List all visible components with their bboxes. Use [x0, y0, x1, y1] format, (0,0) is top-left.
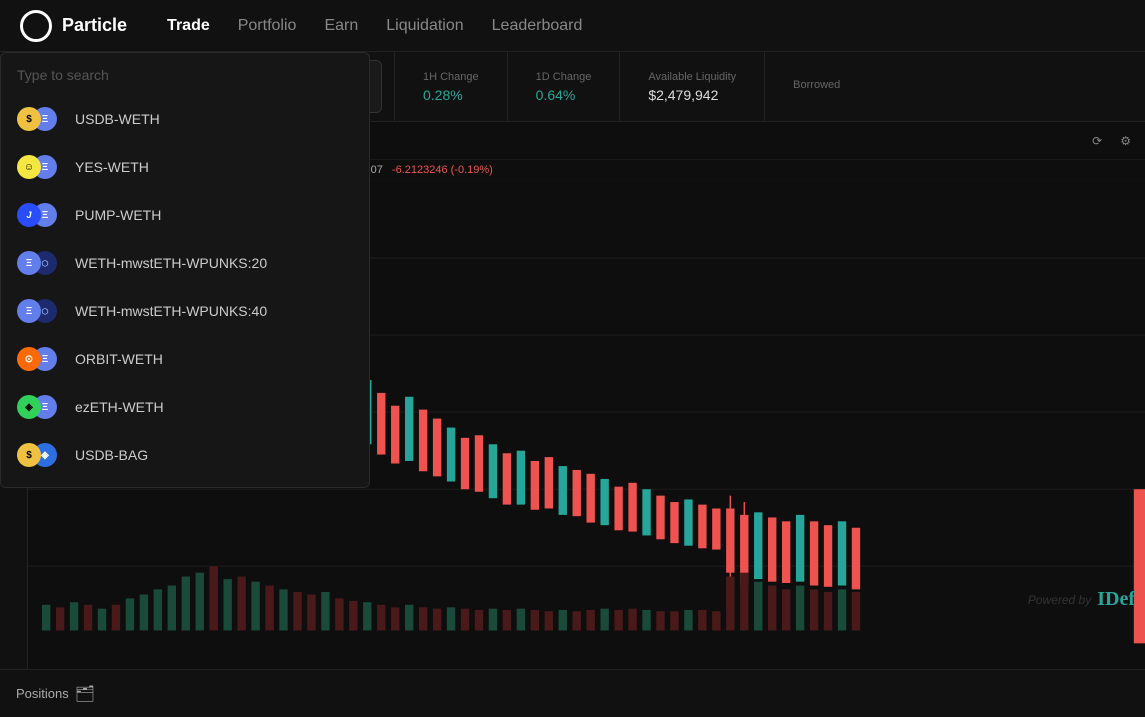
search-item-pump-weth[interactable]: J Ξ PUMP-WETH	[1, 191, 369, 239]
usdb-weth-name: USDB-WETH	[75, 111, 160, 127]
toolbar-right: ⟳ ⚙	[1086, 132, 1137, 150]
yes-weth-name: YES-WETH	[75, 159, 149, 175]
weth-mwst-20-icons: Ξ ⬡	[17, 249, 65, 277]
logo: Particle	[20, 10, 127, 42]
weth-icon-left-5: Ξ	[17, 299, 41, 323]
search-item-usdb-weth[interactable]: $ Ξ USDB-WETH	[1, 95, 369, 143]
ezeth-weth-name: ezETH-WETH	[75, 399, 164, 415]
powered-by: Powered by IDef	[1028, 588, 1135, 611]
usdb-bag-name: USDB-BAG	[75, 447, 148, 463]
logo-icon	[20, 10, 52, 42]
refresh-icon[interactable]: ⟳	[1086, 132, 1108, 150]
search-placeholder: Type to search	[17, 67, 109, 83]
search-item-weth-mwst-40[interactable]: Ξ ⬡ WETH-mwstETH-WPUNKS:40	[1, 287, 369, 335]
orbit-weth-icons: ⊙ Ξ	[17, 345, 65, 373]
usdb-weth-icons: $ Ξ	[17, 105, 65, 133]
positions-section[interactable]: Positions 🗂	[16, 684, 95, 704]
pump-icon-left: J	[17, 203, 41, 227]
weth-mwst-40-icons: Ξ ⬡	[17, 297, 65, 325]
weth-mwst-20-name: WETH-mwstETH-WPUNKS:20	[75, 255, 267, 271]
stat-liquidity: Available Liquidity $2,479,942	[619, 52, 764, 121]
pump-weth-name: PUMP-WETH	[75, 207, 161, 223]
yes-weth-icons: ☺ Ξ	[17, 153, 65, 181]
stat-1d-value: 0.64%	[536, 87, 576, 103]
weth-mwst-40-name: WETH-mwstETH-WPUNKS:40	[75, 303, 267, 319]
yes-icon-left: ☺	[17, 155, 41, 179]
nav-leaderboard[interactable]: Leaderboard	[492, 17, 583, 35]
nav-earn[interactable]: Earn	[324, 17, 358, 35]
orbit-weth-name: ORBIT-WETH	[75, 351, 163, 367]
nav-liquidation[interactable]: Liquidation	[386, 17, 463, 35]
stat-1h-label: 1H Change	[423, 71, 479, 83]
stat-1h-change: 1H Change 0.28%	[394, 52, 507, 121]
usdb-icon-left: $	[17, 107, 41, 131]
orbit-icon-left: ⊙	[17, 347, 41, 371]
navbar: Particle Trade Portfolio Earn Liquidatio…	[0, 0, 1145, 52]
powered-by-text: Powered by	[1028, 593, 1091, 607]
search-item-orbit-weth[interactable]: ⊙ Ξ ORBIT-WETH	[1, 335, 369, 383]
search-item-ezeth-weth[interactable]: ◈ Ξ ezETH-WETH	[1, 383, 369, 431]
weth-icon-left-4: Ξ	[17, 251, 41, 275]
nav-portfolio[interactable]: Portfolio	[238, 17, 297, 35]
stat-1d-change: 1D Change 0.64%	[507, 52, 620, 121]
header-stats: 1H Change 0.28% 1D Change 0.64% Availabl…	[394, 52, 1145, 121]
nav-links: Trade Portfolio Earn Liquidation Leaderb…	[167, 17, 582, 35]
stat-liq-value: $2,479,942	[648, 87, 718, 103]
search-input-row: Type to search	[1, 53, 369, 95]
stat-1d-label: 1D Change	[536, 71, 592, 83]
usdb-bag-icons: $ ◈	[17, 441, 65, 469]
search-item-yes-weth[interactable]: ☺ Ξ YES-WETH	[1, 143, 369, 191]
ezeth-icon-left: ◈	[17, 395, 41, 419]
settings-icon[interactable]: ⚙	[1114, 132, 1137, 150]
stat-liq-label: Available Liquidity	[648, 71, 736, 83]
stat-borrowed: Borrowed	[764, 52, 868, 121]
ezeth-weth-icons: ◈ Ξ	[17, 393, 65, 421]
nav-trade[interactable]: Trade	[167, 17, 210, 35]
logo-text: Particle	[62, 15, 127, 36]
stat-borrow-label: Borrowed	[793, 79, 840, 91]
bottom-bar: Positions 🗂	[0, 669, 1145, 717]
powered-by-brand: IDef	[1097, 588, 1135, 611]
search-dropdown: Type to search $ Ξ USDB-WETH ☺ Ξ YES-WET…	[0, 52, 370, 488]
search-item-usdb-bag[interactable]: $ ◈ USDB-BAG	[1, 431, 369, 479]
positions-icon: 🗂	[75, 684, 95, 704]
stat-1h-value: 0.28%	[423, 87, 463, 103]
usdb-icon-left-8: $	[17, 443, 41, 467]
positions-text: Positions	[16, 686, 69, 701]
pump-weth-icons: J Ξ	[17, 201, 65, 229]
change-val: -6.2123246 (-0.19%)	[392, 164, 493, 176]
search-item-weth-mwst-20[interactable]: Ξ ⬡ WETH-mwstETH-WPUNKS:20	[1, 239, 369, 287]
